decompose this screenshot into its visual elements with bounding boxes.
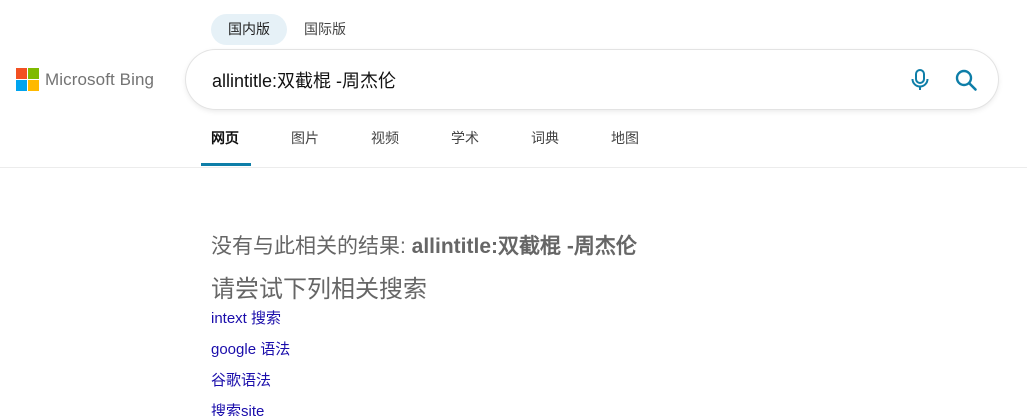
related-searches-title: 请尝试下列相关搜索: [211, 276, 427, 303]
related-search-link[interactable]: intext 搜索: [211, 308, 637, 339]
related-search-link[interactable]: 搜索site: [211, 401, 637, 416]
tab-web[interactable]: 网页: [201, 128, 281, 166]
tab-dictionary[interactable]: 词典: [521, 128, 601, 166]
tab-academic[interactable]: 学术: [441, 128, 521, 166]
region-tab-domestic[interactable]: 国内版: [211, 14, 287, 45]
microphone-icon[interactable]: [910, 68, 930, 92]
search-input[interactable]: [212, 69, 872, 90]
no-results-message: 没有与此相关的结果: allintitle:双截棍 -周杰伦: [211, 230, 637, 260]
microsoft-logo-icon: [16, 68, 39, 91]
tab-maps[interactable]: 地图: [601, 128, 681, 166]
bing-logo[interactable]: Microsoft Bing: [16, 68, 154, 91]
no-results-prefix: 没有与此相关的结果:: [211, 235, 412, 258]
region-toggle: 国内版 国际版: [211, 14, 363, 45]
search-box: [186, 50, 998, 109]
results-area: 没有与此相关的结果: allintitle:双截棍 -周杰伦 请尝试下列相关搜索…: [211, 230, 637, 416]
logo-text: Microsoft Bing: [45, 69, 155, 89]
related-search-link[interactable]: google 语法: [211, 339, 637, 370]
related-searches-list: intext 搜索 google 语法 谷歌语法 搜索site: [211, 308, 637, 416]
nav-tabs: 网页 图片 视频 学术 词典 地图: [201, 128, 681, 166]
search-icon[interactable]: [954, 68, 978, 92]
tab-videos[interactable]: 视频: [361, 128, 441, 166]
tab-images[interactable]: 图片: [281, 128, 361, 166]
nav-divider: [0, 167, 1027, 168]
bing-search-page: 国内版 国际版 Microsoft Bing allintitle:双截棍 -周…: [0, 0, 1027, 416]
region-tab-international[interactable]: 国际版: [287, 14, 363, 45]
related-search-link[interactable]: 谷歌语法: [211, 370, 637, 401]
no-results-query: allintitle:双截棍 -周杰伦: [411, 235, 637, 258]
